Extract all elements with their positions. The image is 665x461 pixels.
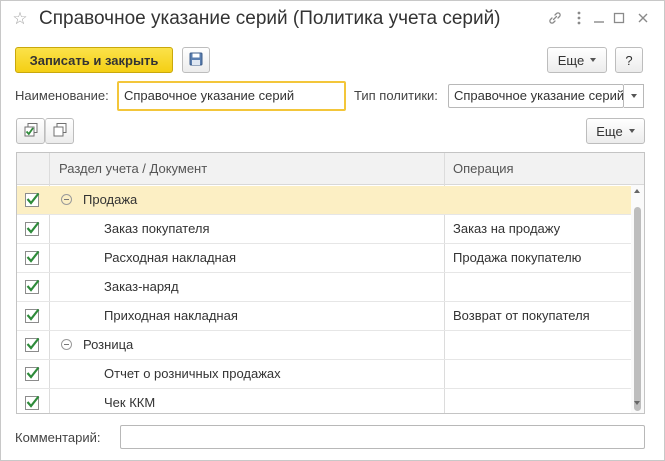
comment-field[interactable] (120, 425, 645, 449)
table-row[interactable]: Приходная накладная Возврат от покупателя (17, 302, 631, 331)
save-icon (188, 51, 204, 70)
window-title: Справочное указание серий (Политика учет… (39, 8, 501, 29)
uncheck-all-button[interactable] (45, 118, 74, 144)
check-all-button[interactable] (16, 118, 45, 144)
form-window: ☆ Справочное указание серий (Политика уч… (0, 0, 665, 461)
document-cell: Продажа (83, 192, 138, 207)
table-header: Раздел учета / Документ Операция (17, 153, 644, 185)
more-button-label: Еще (557, 52, 585, 68)
comment-label: Комментарий: (15, 430, 101, 445)
chevron-down-icon (628, 129, 635, 133)
document-cell: Заказ-наряд (104, 279, 179, 294)
table-group-row[interactable]: Продажа (17, 186, 631, 215)
document-cell: Расходная накладная (104, 250, 237, 265)
column-header-document[interactable]: Раздел учета / Документ (59, 153, 207, 184)
chevron-down-icon (590, 58, 597, 62)
help-button-label: ? (625, 52, 633, 68)
table-row[interactable]: Заказ-наряд (17, 273, 631, 302)
policy-type-field[interactable]: Справочное указание серий (448, 84, 624, 108)
document-cell: Розница (83, 337, 134, 352)
name-label: Наименование: (15, 88, 109, 103)
more-icon[interactable] (570, 10, 588, 28)
document-cell: Отчет о розничных продажах (104, 366, 281, 381)
checkmark-icon (26, 250, 40, 263)
operation-cell: Возврат от покупателя (453, 308, 590, 323)
scroll-down-icon[interactable] (634, 401, 640, 405)
save-and-close-label: Записать и закрыть (29, 52, 159, 68)
row-checkbox[interactable] (25, 337, 40, 352)
save-and-close-button[interactable]: Записать и закрыть (15, 47, 173, 73)
more-button[interactable]: Еще (547, 47, 607, 73)
title-bar: ☆ Справочное указание серий (Политика уч… (1, 1, 664, 39)
document-cell: Заказ покупателя (104, 221, 210, 236)
series-table: Раздел учета / Документ Операция Продажа… (16, 152, 645, 414)
row-checkbox[interactable] (25, 395, 40, 410)
maximize-icon[interactable] (610, 10, 628, 28)
checkmark-icon (26, 308, 40, 321)
collapse-icon[interactable] (61, 339, 72, 350)
table-row[interactable]: Чек ККМ (17, 389, 631, 413)
checkmark-icon (26, 366, 40, 379)
checkmark-icon (26, 337, 40, 350)
document-cell: Чек ККМ (104, 395, 156, 410)
table-group-row[interactable]: Розница (17, 331, 631, 360)
table-row[interactable]: Заказ покупателя Заказ на продажу (17, 215, 631, 244)
name-field[interactable]: Справочное указание серий (117, 81, 346, 111)
table-more-button-label: Еще (596, 123, 623, 139)
row-checkbox[interactable] (25, 192, 40, 207)
row-checkbox[interactable] (25, 250, 40, 265)
row-checkbox[interactable] (25, 366, 40, 381)
row-checkbox[interactable] (25, 279, 40, 294)
scrollbar-thumb[interactable] (634, 207, 641, 411)
link-icon[interactable] (546, 10, 564, 28)
document-cell: Приходная накладная (104, 308, 238, 323)
row-checkbox[interactable] (25, 308, 40, 323)
table-more-button[interactable]: Еще (586, 118, 645, 144)
minimize-icon[interactable] (590, 10, 608, 28)
policy-type-dropdown-button[interactable] (624, 84, 644, 108)
operation-cell: Продажа покупателю (453, 250, 582, 265)
check-all-icon (23, 122, 39, 141)
collapse-icon[interactable] (61, 194, 72, 205)
chevron-down-icon (630, 94, 637, 98)
close-icon[interactable] (634, 10, 652, 28)
column-header-operation[interactable]: Операция (453, 153, 514, 184)
save-button[interactable] (182, 47, 210, 73)
checkmark-icon (26, 279, 40, 292)
uncheck-all-icon (52, 122, 68, 141)
row-checkbox[interactable] (25, 221, 40, 236)
scroll-up-icon[interactable] (634, 189, 640, 193)
table-row[interactable]: Расходная накладная Продажа покупателю (17, 244, 631, 273)
operation-cell: Заказ на продажу (453, 221, 561, 236)
table-row[interactable]: Отчет о розничных продажах (17, 360, 631, 389)
policy-type-label: Тип политики: (354, 88, 438, 103)
checkmark-icon (26, 192, 40, 205)
star-icon[interactable]: ☆ (11, 10, 29, 28)
checkmark-icon (26, 221, 40, 234)
checkmark-icon (26, 395, 40, 408)
help-button[interactable]: ? (615, 47, 643, 73)
table-scrollbar[interactable] (631, 185, 644, 413)
